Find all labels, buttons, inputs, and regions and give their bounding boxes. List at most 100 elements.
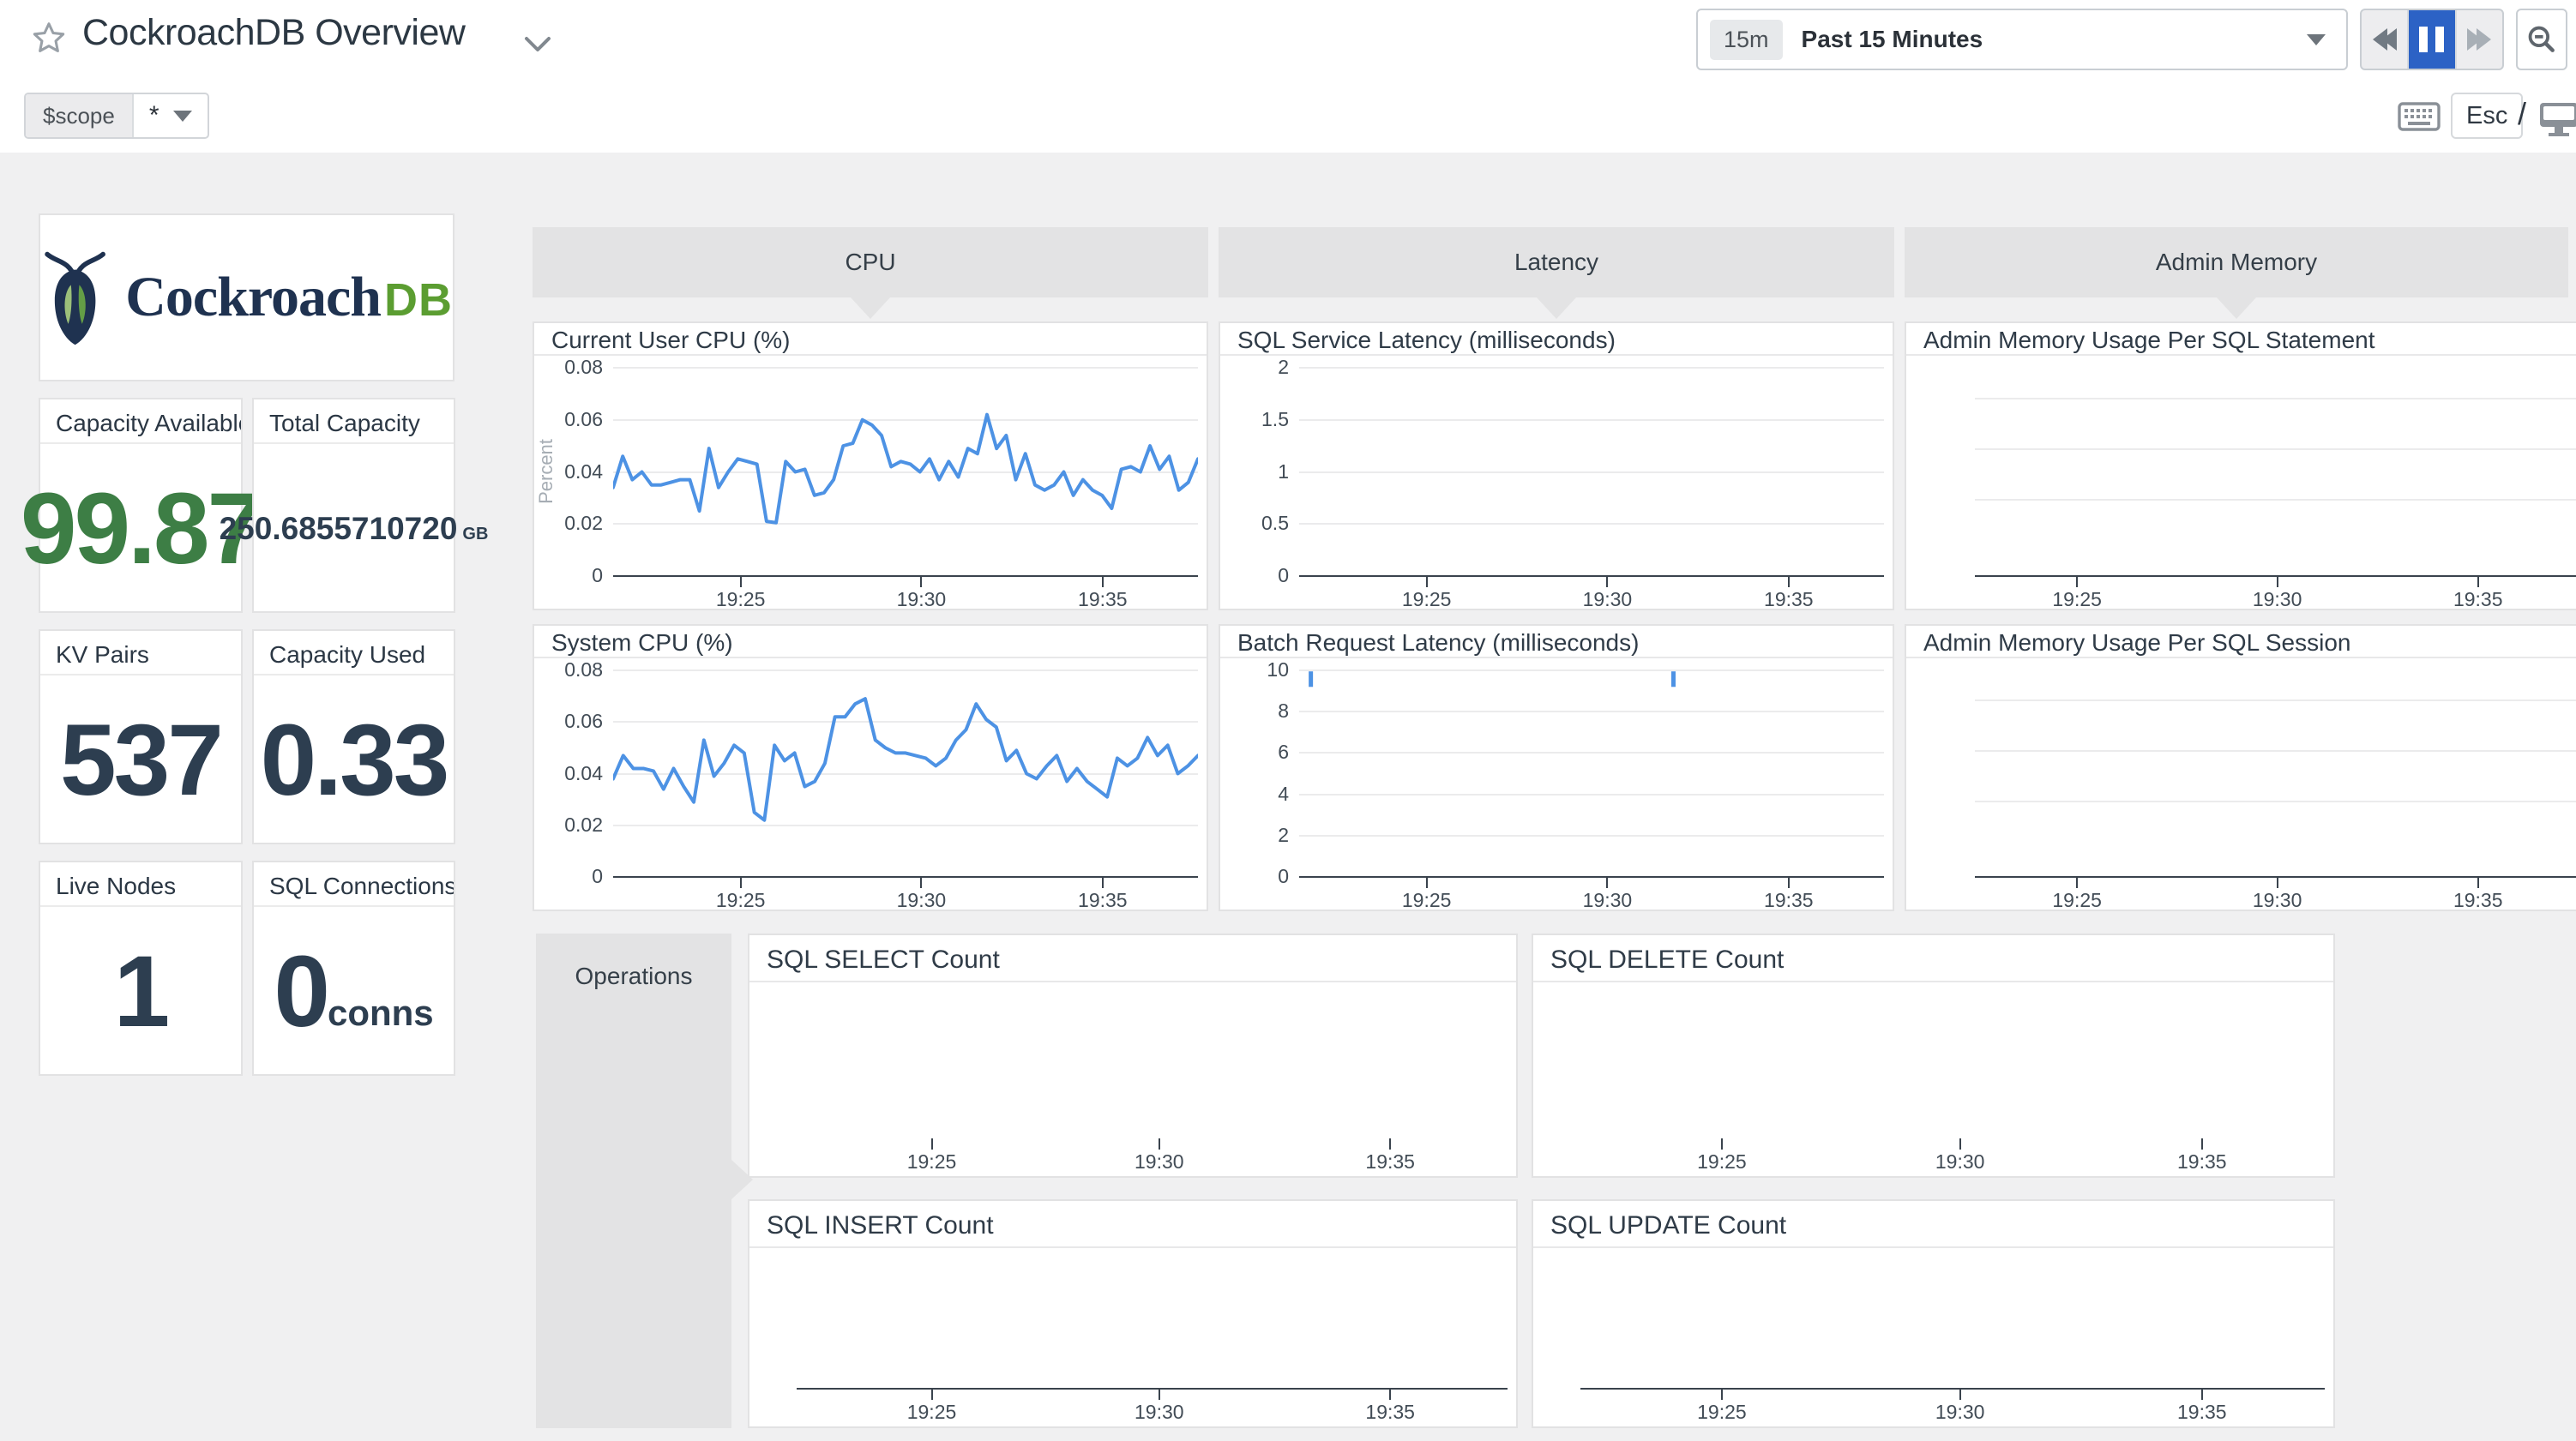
chart-admin-memory-per-sql-statement: Admin Memory Usage Per SQL Statement 19:… <box>1905 321 2576 610</box>
pause-icon <box>2419 27 2444 52</box>
x-axis-line <box>1975 575 2576 577</box>
x-tick-label: 19:25 <box>1662 1150 1782 1174</box>
x-tick-label: 19:35 <box>2142 1150 2262 1174</box>
fast-forward-icon <box>2467 28 2491 51</box>
playback-controls <box>2360 9 2504 70</box>
data-series <box>1299 670 1884 877</box>
zoom-out-button[interactable] <box>2516 9 2567 70</box>
group-tail-admin-memory <box>2217 297 2256 319</box>
chart-system-cpu: System CPU (%) 0.080.060.040.02019:2519:… <box>533 624 1208 911</box>
chart-plot[interactable]: 21.510.5019:2519:3019:35 <box>1220 356 1893 609</box>
x-tick-mark <box>2201 1389 2203 1400</box>
group-header-admin-memory[interactable]: Admin Memory <box>1905 227 2568 297</box>
chart-title: System CPU (%) <box>534 626 1207 658</box>
y-tick-label: 4 <box>1227 783 1289 806</box>
y-tick-label: 8 <box>1227 699 1289 723</box>
stat-card-kv-pairs[interactable]: KV Pairs 537 <box>39 629 243 844</box>
stat-card-total-capacity[interactable]: Total Capacity 250.6855710720 GB <box>252 398 455 613</box>
x-tick-label: 19:35 <box>1330 1401 1450 1424</box>
y-tick-label: 10 <box>1227 658 1289 681</box>
x-tick-label: 19:35 <box>1043 588 1163 609</box>
x-tick-mark <box>931 1138 933 1150</box>
data-series <box>613 670 1198 877</box>
x-tick-label: 19:30 <box>2218 588 2338 609</box>
cockroach-bug-icon <box>40 246 110 349</box>
chart-sql-insert-count: SQL INSERT Count 19:2519:3019:35 <box>748 1199 1518 1428</box>
y-tick-label: 0 <box>1227 564 1289 587</box>
chart-plot[interactable]: 19:2519:3019:35 <box>749 982 1516 1176</box>
x-axis-line <box>797 1388 1508 1390</box>
keyboard-icon[interactable] <box>2398 101 2441 136</box>
stat-title: KV Pairs <box>40 631 241 675</box>
stat-title: Capacity Used <box>254 631 454 675</box>
x-tick-label: 19:30 <box>861 588 981 609</box>
chart-title: SQL INSERT Count <box>749 1201 1516 1248</box>
chart-plot[interactable]: 19:2519:3019:35 <box>749 1248 1516 1426</box>
chart-title: SQL SELECT Count <box>749 935 1516 982</box>
favorite-star-icon[interactable] <box>29 19 69 58</box>
chart-plot[interactable]: 0.080.060.040.02019:2519:3019:35Percent <box>534 356 1207 609</box>
stat-unit: GB <box>462 525 488 544</box>
stat-card-capacity-available[interactable]: Capacity Available... 99.87 <box>39 398 243 613</box>
time-range-picker[interactable]: 15m Past 15 Minutes <box>1696 9 2348 70</box>
x-tick-label: 19:25 <box>2017 889 2137 910</box>
chart-plot[interactable]: 19:2519:3019:35 <box>1906 356 2576 609</box>
chart-plot[interactable]: 19:2519:3019:35 <box>1906 658 2576 910</box>
magnifier-minus-icon <box>2525 23 2558 56</box>
y-tick-label: 0 <box>541 564 603 587</box>
x-tick-mark <box>2201 1138 2203 1150</box>
stat-value: 0.33 <box>261 702 448 819</box>
x-tick-mark <box>1959 1389 1961 1400</box>
chart-sql-update-count: SQL UPDATE Count 19:2519:3019:35 <box>1532 1199 2335 1428</box>
logo-suffix: DB <box>384 274 453 326</box>
chart-plot[interactable]: 19:2519:3019:35 <box>1533 1248 2333 1426</box>
fullscreen-monitor-icon[interactable] <box>2538 101 2576 141</box>
x-tick-label: 19:25 <box>872 1150 992 1174</box>
chart-plot[interactable]: 19:2519:3019:35 <box>1533 982 2333 1176</box>
x-axis-line <box>1580 1388 2325 1390</box>
gridline <box>1975 398 2576 399</box>
group-header-operations[interactable]: Operations <box>536 934 731 1428</box>
scope-variable-value: * <box>149 101 159 130</box>
chart-admin-memory-per-sql-session: Admin Memory Usage Per SQL Session 19:25… <box>1905 624 2576 911</box>
y-tick-label: 0 <box>541 865 603 888</box>
y-tick-label: 2 <box>1227 824 1289 847</box>
x-tick-label: 19:30 <box>861 889 981 910</box>
chart-plot[interactable]: 108642019:2519:3019:35 <box>1220 658 1893 910</box>
time-range-label: Past 15 Minutes <box>1802 26 1983 53</box>
x-tick-mark <box>2076 576 2078 587</box>
pause-button[interactable] <box>2407 10 2454 69</box>
x-tick-mark <box>1721 1389 1723 1400</box>
x-tick-label: 19:30 <box>1900 1401 2020 1424</box>
stat-card-live-nodes[interactable]: Live Nodes 1 <box>39 861 243 1076</box>
rewind-button[interactable] <box>2362 10 2407 69</box>
gridline <box>1299 419 1884 421</box>
esc-key-hint[interactable]: Esc <box>2451 93 2523 139</box>
template-variable-scope[interactable]: $scope * <box>24 93 209 139</box>
x-tick-label: 19:30 <box>1547 889 1667 910</box>
title-chevron-down-icon[interactable] <box>523 36 552 57</box>
x-tick-mark <box>920 576 922 587</box>
chart-plot[interactable]: 0.080.060.040.02019:2519:3019:35 <box>534 658 1207 910</box>
group-header-cpu[interactable]: CPU <box>533 227 1208 297</box>
chart-title: Admin Memory Usage Per SQL Session <box>1906 626 2576 658</box>
x-axis-line <box>1975 876 2576 878</box>
group-label: Latency <box>1514 249 1598 276</box>
x-tick-mark <box>1788 877 1790 888</box>
chart-sql-select-count: SQL SELECT Count 19:2519:3019:35 <box>748 934 1518 1178</box>
stat-value: 0 <box>274 934 328 1050</box>
time-range-caret-icon <box>2307 34 2326 45</box>
group-label: CPU <box>845 249 895 276</box>
forward-button[interactable] <box>2455 10 2502 69</box>
y-tick-label: 0 <box>1227 865 1289 888</box>
y-tick-label: 0.08 <box>541 658 603 681</box>
slash-key-hint: / <box>2518 96 2526 132</box>
group-header-latency[interactable]: Latency <box>1219 227 1894 297</box>
scope-variable-name: $scope <box>26 94 134 137</box>
stat-card-sql-connections[interactable]: SQL Connections 0 conns <box>252 861 455 1076</box>
stat-title: Live Nodes <box>40 862 241 907</box>
page-title[interactable]: CockroachDB Overview <box>82 12 465 54</box>
time-range-badge: 15m <box>1710 20 1783 60</box>
stat-card-capacity-used[interactable]: Capacity Used 0.33 <box>252 629 455 844</box>
chart-current-user-cpu: Current User CPU (%) 0.080.060.040.02019… <box>533 321 1208 610</box>
